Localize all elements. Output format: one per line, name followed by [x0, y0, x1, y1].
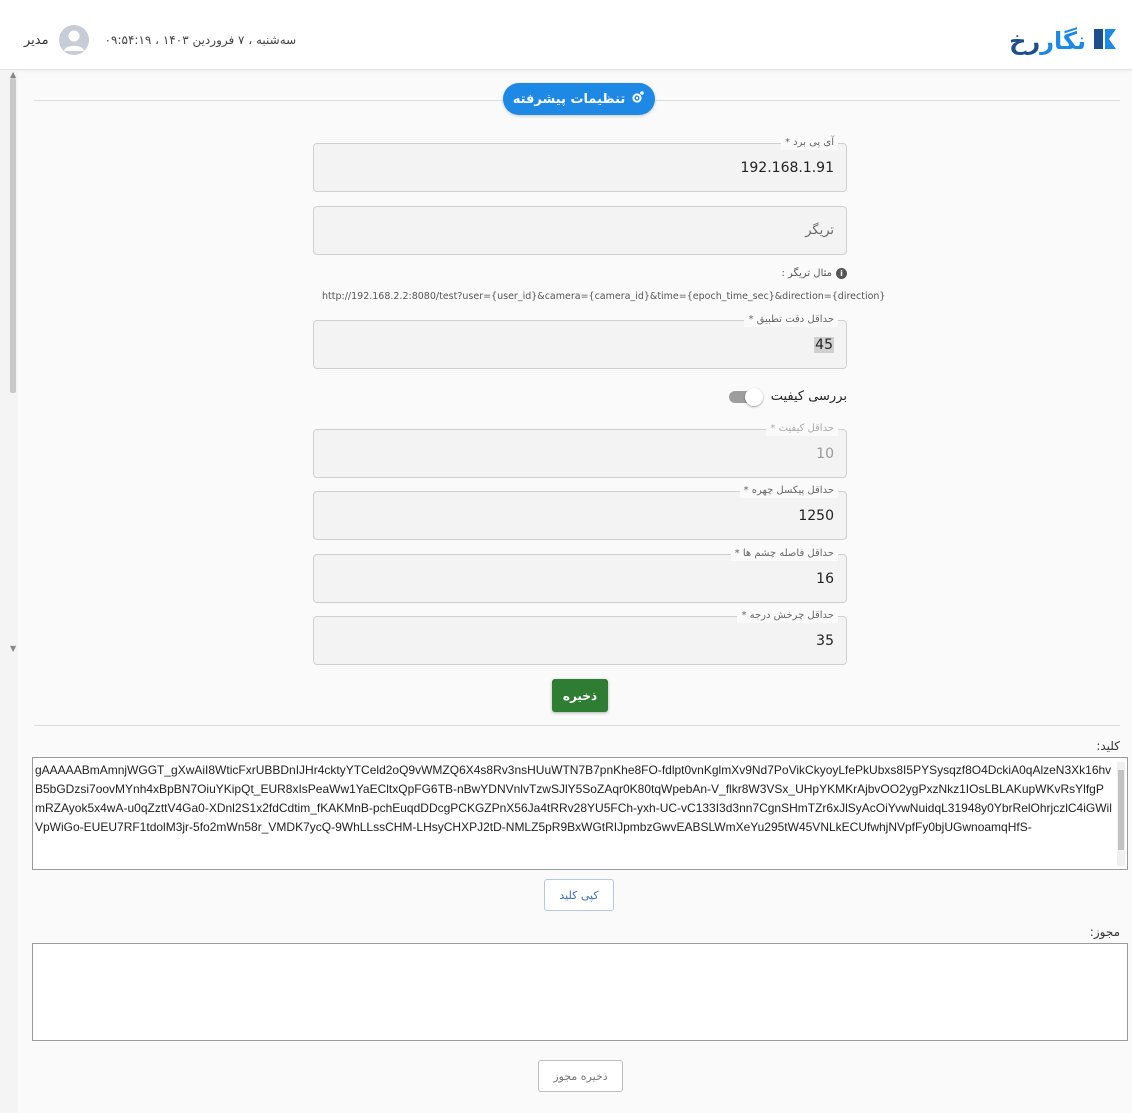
board-ip-value[interactable]: 192.168.1.91	[740, 160, 834, 176]
min-quality-label: حداقل کیفیت *	[766, 422, 838, 436]
avatar-icon[interactable]	[58, 25, 89, 55]
trigger-field[interactable]: تریگر	[313, 206, 847, 255]
save-button[interactable]: ذخیره	[552, 679, 608, 712]
toggle-knob	[744, 387, 763, 406]
min-quality-value: 10	[816, 446, 834, 462]
section-title: تنظیمات پیشرفته	[512, 91, 626, 107]
trigger-placeholder: تریگر	[805, 223, 834, 238]
key-textarea[interactable]: gAAAAABmAmnjWGGT_gXwAiI8WticFxrUBBDnIJHr…	[32, 757, 1128, 870]
board-ip-field[interactable]: آی پی برد * 192.168.1.91	[313, 136, 847, 192]
top-bar: مدیر سه‌شنبه ، ۷ فروردین ۱۴۰۳ ، ۰۹:۵۴:۱۹…	[0, 0, 1132, 70]
min-face-pixels-field[interactable]: حداقل پیکسل چهره * 1250	[313, 484, 847, 540]
key-label: کلید:	[1096, 739, 1120, 753]
min-eye-distance-field[interactable]: حداقل فاصله چشم ها * 16	[313, 547, 847, 603]
gear-icon	[631, 90, 645, 108]
datetime: سه‌شنبه ، ۷ فروردین ۱۴۰۳ ، ۰۹:۵۴:۱۹	[104, 33, 297, 47]
scroll-down-icon[interactable]: ▼	[10, 644, 16, 653]
min-quality-field: حداقل کیفیت * 10	[313, 422, 847, 478]
min-match-value-wrap[interactable]: 45	[814, 337, 834, 353]
license-label: مجوز:	[1089, 925, 1120, 939]
min-face-pixels-label: حداقل پیکسل چهره *	[739, 484, 838, 498]
min-match-value[interactable]: 45	[814, 337, 834, 353]
key-text[interactable]: gAAAAABmAmnjWGGT_gXwAiI8WticFxrUBBDnIJHr…	[35, 761, 1113, 837]
min-eye-distance-value[interactable]: 16	[816, 571, 834, 587]
min-rotation-label: حداقل چرخش درجه *	[737, 609, 838, 623]
board-ip-label: آی پی برد *	[780, 136, 838, 150]
min-rotation-value[interactable]: 35	[816, 633, 834, 649]
trigger-example-hint: i مثال تریگر :	[781, 268, 847, 279]
brand-logo[interactable]: نگاررخ	[1009, 24, 1118, 58]
key-scrollbar-thumb[interactable]	[1118, 770, 1124, 850]
trigger-example-label: مثال تریگر :	[781, 268, 832, 279]
info-icon: i	[836, 268, 847, 279]
user-name: مدیر	[24, 32, 49, 48]
quality-check-toggle[interactable]	[728, 387, 763, 406]
page-scrollbar-thumb[interactable]	[10, 78, 16, 393]
min-eye-distance-label: حداقل فاصله چشم ها *	[730, 547, 838, 561]
license-textarea[interactable]	[32, 943, 1128, 1041]
trigger-example-url: http://192.168.2.2:8080/test?user={user_…	[322, 291, 886, 302]
quality-check-label: بررسی کیفیت	[770, 389, 847, 404]
key-scrollbar[interactable]	[1117, 762, 1125, 866]
user-box[interactable]: مدیر سه‌شنبه ، ۷ فروردین ۱۴۰۳ ، ۰۹:۵۴:۱۹	[24, 24, 296, 56]
section-divider-2	[34, 725, 1120, 726]
copy-key-button[interactable]: کپی کلید	[544, 879, 614, 911]
logo-mark-icon	[1092, 27, 1118, 55]
advanced-settings-tab[interactable]: تنظیمات پیشرفته	[503, 83, 655, 115]
brand-name: نگاررخ	[1009, 27, 1086, 55]
min-face-pixels-value[interactable]: 1250	[798, 508, 834, 524]
scroll-up-icon[interactable]: ▲	[10, 70, 16, 79]
min-match-field[interactable]: حداقل دقت تطبیق * 45	[313, 313, 847, 369]
min-rotation-field[interactable]: حداقل چرخش درجه * 35	[313, 609, 847, 665]
save-license-button[interactable]: ذخیره مجوز	[538, 1060, 623, 1092]
quality-check-row[interactable]: بررسی کیفیت	[728, 387, 847, 406]
min-match-label: حداقل دقت تطبیق *	[744, 313, 838, 327]
